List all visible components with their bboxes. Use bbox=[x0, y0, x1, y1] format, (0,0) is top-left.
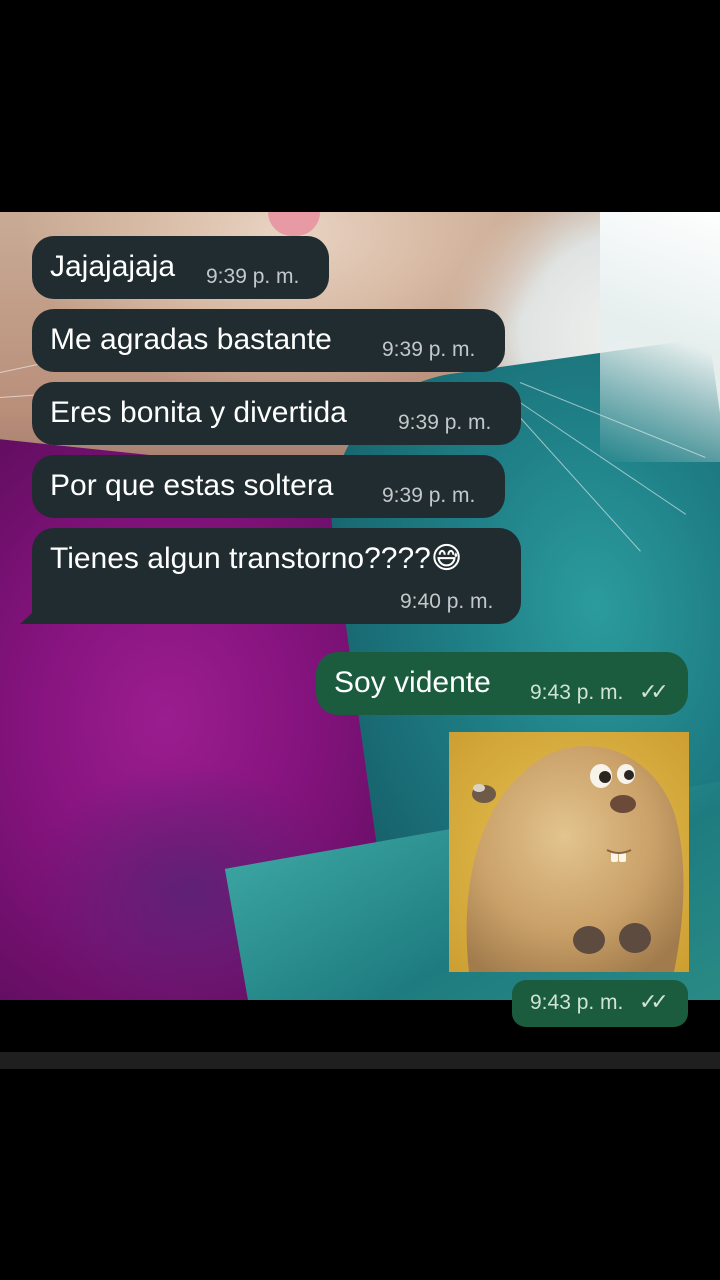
message-text: Soy vidente bbox=[334, 666, 491, 699]
double-check-icon: ✓✓ bbox=[639, 989, 669, 1014]
double-check-icon: ✓✓ bbox=[639, 679, 669, 704]
incoming-message[interactable]: Jajajajaja 9:39 p. m. bbox=[32, 236, 329, 299]
message-text: Jajajajaja bbox=[50, 250, 176, 283]
message-text: Me agradas bastante bbox=[50, 323, 332, 356]
beaver-sticker[interactable] bbox=[449, 732, 689, 972]
message-time: 9:39 p. m. bbox=[398, 411, 492, 434]
wallpaper-fur-right bbox=[600, 212, 720, 462]
incoming-message[interactable]: Eres bonita y divertida 9:39 p. m. bbox=[32, 382, 521, 445]
sticker-time-bubble[interactable]: 9:43 p. m. ✓✓ bbox=[512, 980, 688, 1027]
message-time: 9:39 p. m. bbox=[206, 265, 300, 288]
message-time: 9:43 p. m. bbox=[530, 991, 624, 1014]
message-text: Eres bonita y divertida bbox=[50, 396, 347, 429]
message-time: 9:43 p. m. bbox=[530, 681, 624, 704]
message-text: Por que estas soltera bbox=[50, 469, 334, 502]
message-time: 9:39 p. m. bbox=[382, 338, 476, 361]
message-text: Tienes algun transtorno????😅 bbox=[50, 542, 463, 575]
bottom-divider bbox=[0, 1052, 720, 1069]
message-time: 9:40 p. m. bbox=[400, 590, 494, 613]
incoming-message[interactable]: Tienes algun transtorno????😅 9:40 p. m. bbox=[32, 528, 521, 624]
beaver-sticker-image bbox=[449, 732, 689, 972]
incoming-message[interactable]: Por que estas soltera 9:39 p. m. bbox=[32, 455, 505, 518]
message-time: 9:39 p. m. bbox=[382, 484, 476, 507]
incoming-message[interactable]: Me agradas bastante 9:39 p. m. bbox=[32, 309, 505, 372]
outgoing-message[interactable]: Soy vidente 9:43 p. m. ✓✓ bbox=[316, 652, 688, 715]
